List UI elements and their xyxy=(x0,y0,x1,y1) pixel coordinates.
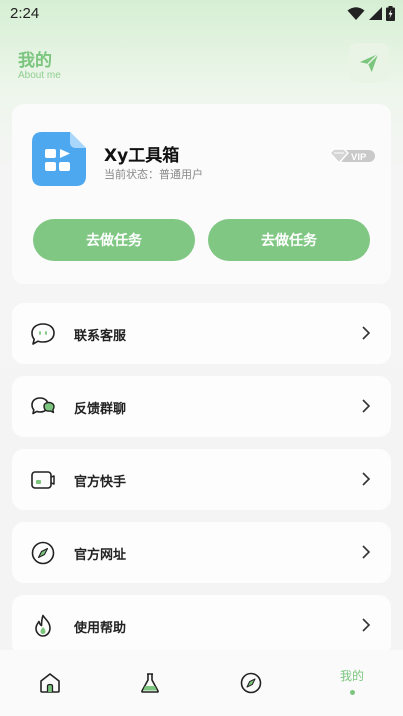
status-time: 2:24 xyxy=(10,5,40,22)
flask-icon xyxy=(141,673,159,693)
page-subtitle: About me xyxy=(18,70,61,81)
menu-label: 官方网址 xyxy=(74,548,127,563)
battery-icon xyxy=(386,6,395,21)
compass-icon xyxy=(240,672,262,694)
bottom-nav: 我的 xyxy=(0,650,403,716)
menu-label: 使用帮助 xyxy=(74,621,127,636)
chevron-right-icon xyxy=(362,326,371,340)
paper-plane-icon xyxy=(359,53,379,73)
vip-diamond-icon: VIP xyxy=(329,148,375,165)
user-status: 当前状态：普通用户 xyxy=(104,168,203,181)
status-bar: 2:24 xyxy=(0,0,403,28)
send-button[interactable] xyxy=(349,43,389,83)
do-task-button-left[interactable]: 去做任务 xyxy=(33,219,195,261)
menu-item-official-kuaishou[interactable]: 官方快手 xyxy=(12,449,391,510)
app-icon xyxy=(32,132,86,186)
app-name: Xy工具箱 xyxy=(104,146,180,166)
video-icon xyxy=(31,471,55,489)
nav-me-label: 我的 xyxy=(339,669,364,683)
menu-item-official-website[interactable]: 官方网址 xyxy=(12,522,391,583)
nav-discover[interactable] xyxy=(201,650,301,716)
menu-item-contact-support[interactable]: 联系客服 xyxy=(12,303,391,364)
menu-label: 反馈群聊 xyxy=(74,402,127,417)
signal-icon xyxy=(369,7,382,20)
fire-icon xyxy=(35,614,51,637)
home-icon xyxy=(40,673,60,693)
chevron-right-icon xyxy=(362,545,371,559)
chat-bubble-icon xyxy=(31,323,55,345)
chevron-right-icon xyxy=(362,472,371,486)
chevron-right-icon xyxy=(362,618,371,632)
vip-label: VIP xyxy=(351,152,367,163)
compass-icon xyxy=(31,541,55,565)
menu-item-feedback-group[interactable]: 反馈群聊 xyxy=(12,376,391,437)
do-task-button-right[interactable]: 去做任务 xyxy=(208,219,370,261)
vip-badge: VIP xyxy=(329,148,376,168)
active-indicator-dot xyxy=(349,690,355,695)
menu-label: 联系客服 xyxy=(74,329,127,344)
nav-home[interactable] xyxy=(0,650,100,716)
menu-item-usage-help[interactable]: 使用帮助 xyxy=(12,595,391,656)
chevron-right-icon xyxy=(362,399,371,413)
nav-tools[interactable] xyxy=(100,650,200,716)
profile-card: Xy工具箱 当前状态：普通用户 VIP 去做任务 去做任务 xyxy=(12,104,391,284)
wifi-icon xyxy=(347,6,365,20)
menu-label: 官方快手 xyxy=(74,475,127,490)
nav-me[interactable]: 我的 xyxy=(302,650,402,716)
page-title: 我的 xyxy=(18,51,52,71)
status-icons xyxy=(347,6,395,21)
group-chat-icon xyxy=(31,397,55,415)
